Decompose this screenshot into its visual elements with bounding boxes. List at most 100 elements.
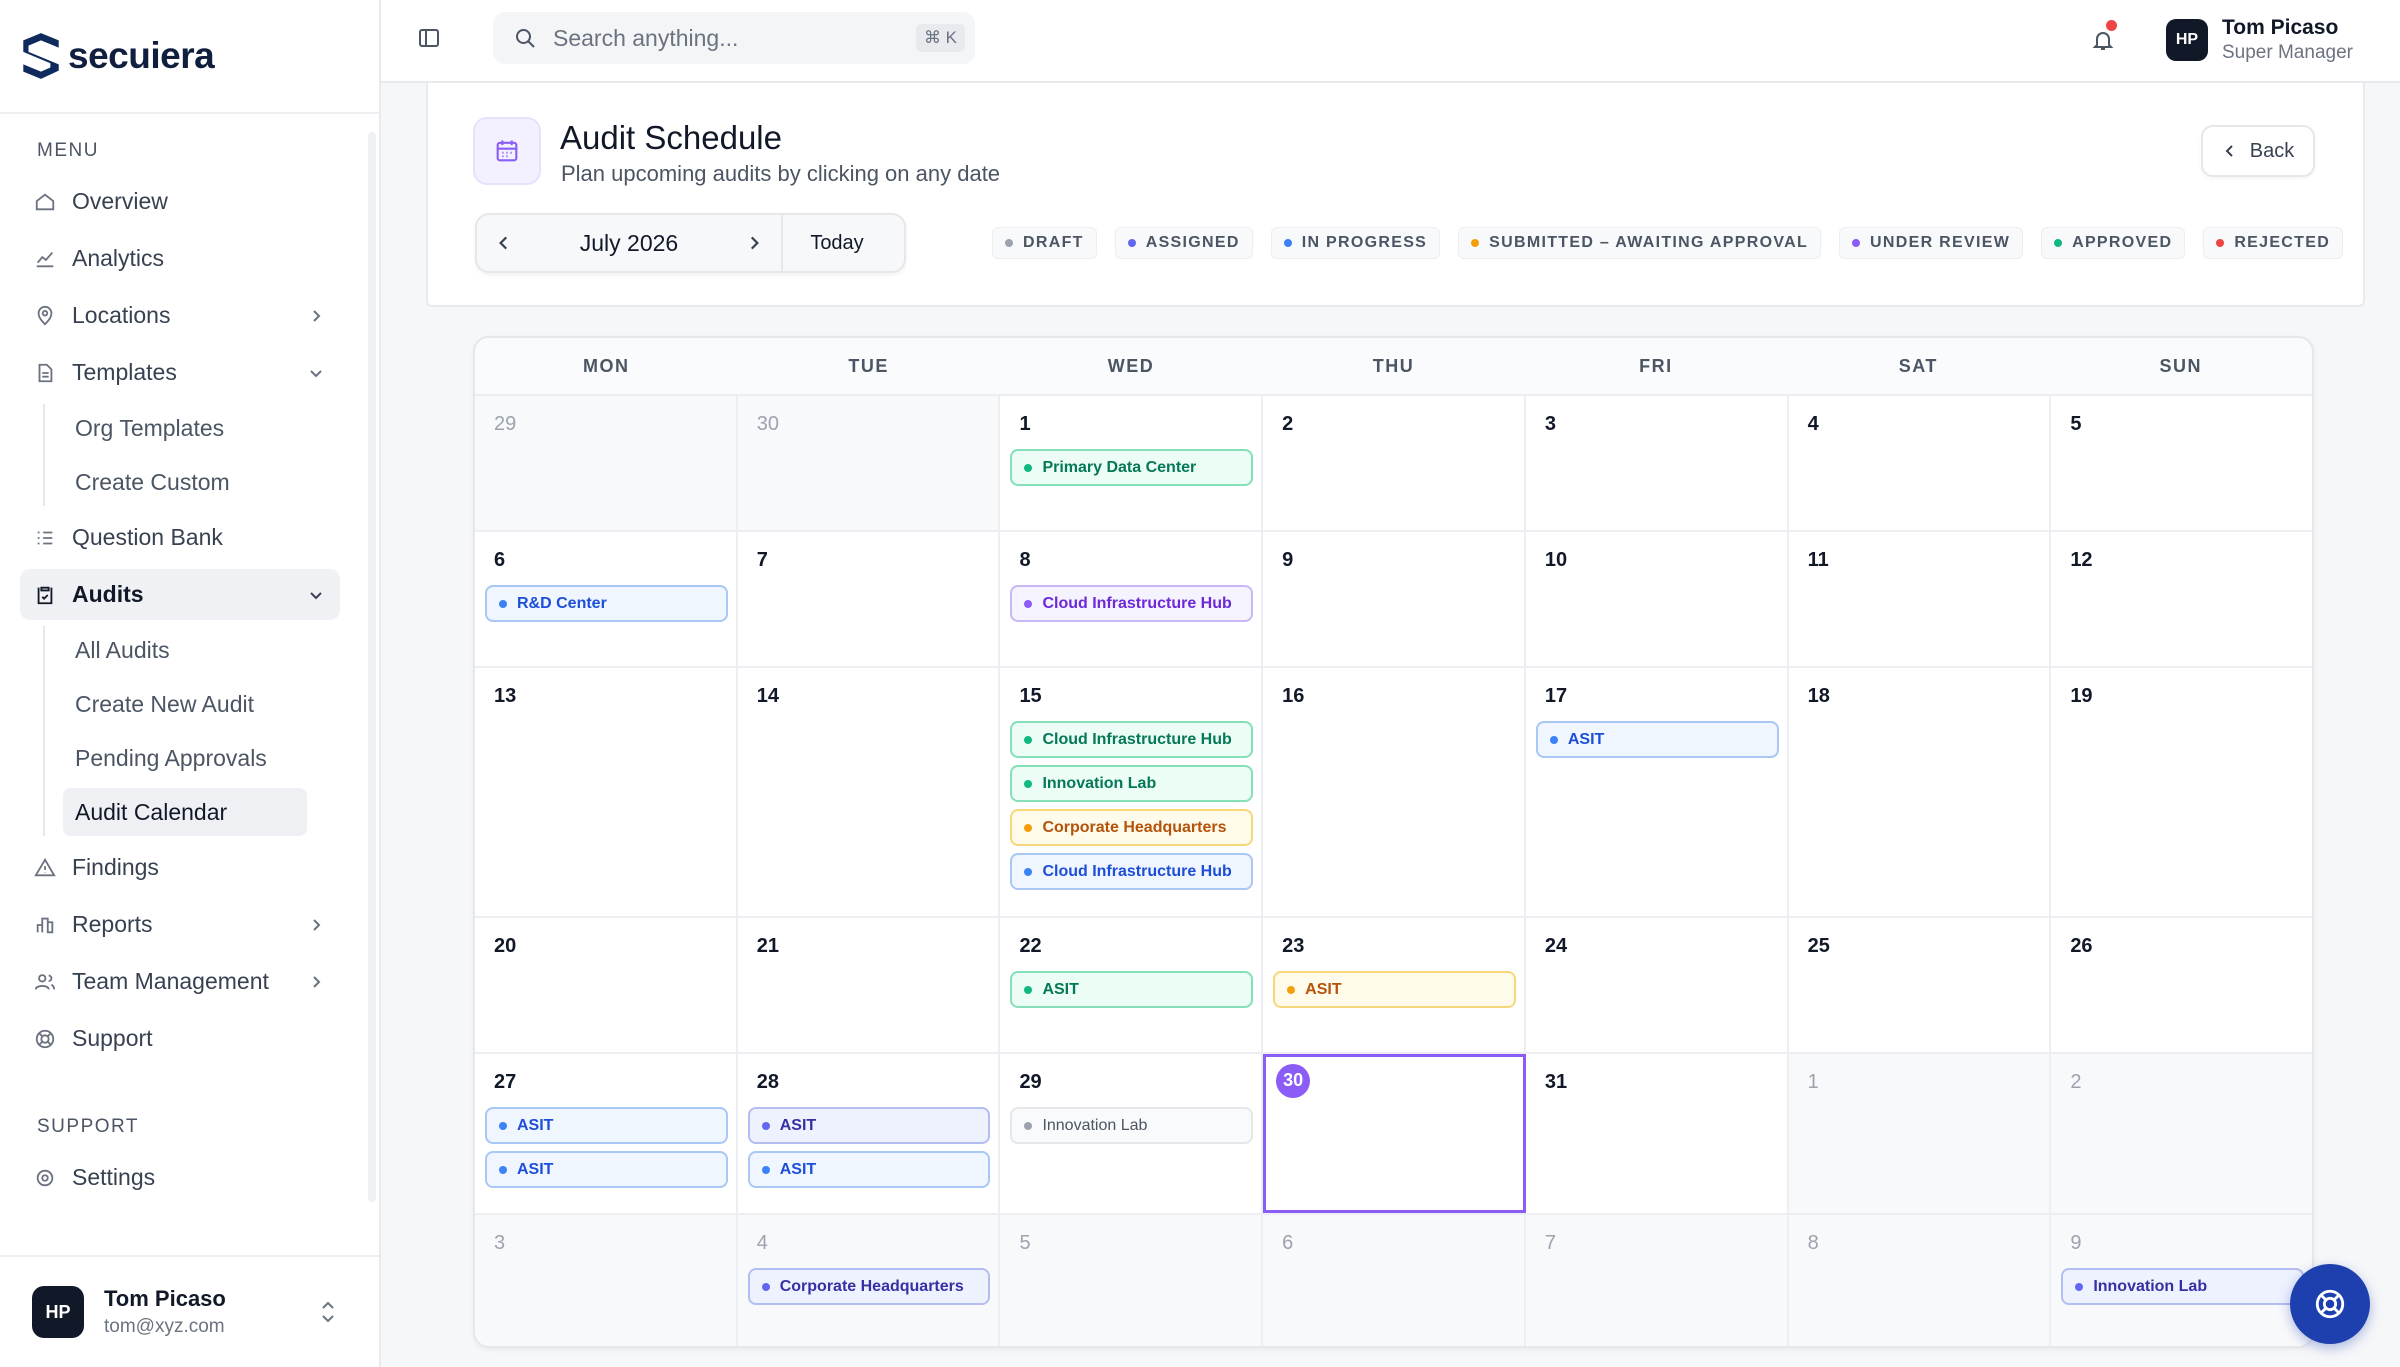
- audit-event[interactable]: Cloud Infrastructure Hub: [1010, 721, 1254, 758]
- sidebar-item-support[interactable]: Support: [20, 1013, 340, 1064]
- calendar-day[interactable]: 24: [1526, 918, 1789, 1052]
- sidebar-item-templates[interactable]: Templates: [20, 347, 340, 398]
- audit-event[interactable]: Corporate Headquarters: [747, 1268, 991, 1305]
- notifications-button[interactable]: [2083, 20, 2123, 60]
- calendar-day[interactable]: 23 ASIT: [1263, 918, 1526, 1052]
- search-input[interactable]: [553, 24, 893, 52]
- day-number: 24: [1544, 934, 1568, 957]
- calendar-day[interactable]: 28 ASIT ASIT: [738, 1054, 1001, 1213]
- calendar-day[interactable]: 31: [1526, 1054, 1789, 1213]
- sidebar-item-locations[interactable]: Locations: [20, 290, 340, 341]
- calendar-day[interactable]: 5: [1000, 1215, 1264, 1346]
- audit-event[interactable]: ASIT: [747, 1151, 991, 1188]
- audit-event[interactable]: Cloud Infrastructure Hub: [1010, 585, 1254, 622]
- calendar-day[interactable]: 18: [1789, 668, 2052, 916]
- legend-label: ASSIGNED: [1145, 234, 1240, 251]
- audit-event[interactable]: ASIT: [1010, 971, 1254, 1008]
- audit-event[interactable]: Innovation Lab: [1010, 1107, 1254, 1144]
- audit-event[interactable]: ASIT: [485, 1107, 728, 1144]
- calendar-day[interactable]: 4 Corporate Headquarters: [737, 1215, 1001, 1346]
- calendar-day[interactable]: 1: [1788, 1054, 2052, 1213]
- sidebar-subitem-org-templates[interactable]: Org Templates: [63, 404, 307, 452]
- calendar-day[interactable]: 27 ASIT ASIT: [475, 1054, 738, 1213]
- day-number: 6: [1282, 1231, 1294, 1254]
- calendar-day[interactable]: 29: [475, 396, 738, 530]
- sidebar-toggle-icon[interactable]: [417, 26, 441, 50]
- sidebar-subitem-create-custom[interactable]: Create Custom: [63, 458, 307, 506]
- sidebar-item-findings[interactable]: Findings: [20, 842, 340, 893]
- day-number: 23: [1282, 934, 1305, 957]
- lifebuoy-icon: [2315, 1289, 2345, 1319]
- audit-event[interactable]: Innovation Lab: [2061, 1268, 2305, 1305]
- audit-event[interactable]: ASIT: [485, 1151, 728, 1188]
- help-button[interactable]: [2290, 1264, 2370, 1344]
- calendar-day[interactable]: 4: [1789, 396, 2052, 530]
- day-number: 28: [756, 1070, 779, 1093]
- calendar-day[interactable]: 19: [2051, 668, 2312, 916]
- status-dot: [1549, 735, 1558, 744]
- sidebar-subitem-create-new-audit[interactable]: Create New Audit: [63, 680, 307, 728]
- status-dot: [761, 1121, 770, 1130]
- calendar-day[interactable]: 30: [737, 396, 1001, 530]
- sidebar-item-analytics[interactable]: Analytics: [20, 233, 340, 284]
- audit-event[interactable]: Corporate Headquarters: [1010, 809, 1254, 846]
- sidebar-item-team-management[interactable]: Team Management: [20, 956, 340, 1007]
- calendar-day[interactable]: 20: [475, 918, 738, 1052]
- calendar-day[interactable]: 22 ASIT: [1000, 918, 1264, 1052]
- sidebar-item-audits[interactable]: Audits: [20, 569, 340, 620]
- calendar-day[interactable]: 13: [475, 668, 738, 916]
- sidebar-subitem-pending-approvals[interactable]: Pending Approvals: [63, 734, 307, 782]
- calendar-day[interactable]: 21: [738, 918, 1001, 1052]
- calendar-day[interactable]: 3: [475, 1215, 738, 1346]
- brand-logo[interactable]: secuiera: [0, 0, 379, 114]
- sidebar-subitem-all-audits[interactable]: All Audits: [63, 626, 307, 674]
- audit-event[interactable]: Cloud Infrastructure Hub: [1010, 853, 1254, 890]
- audit-event[interactable]: Primary Data Center: [1010, 449, 1254, 486]
- calendar-day[interactable]: 7: [738, 532, 1001, 666]
- audit-event[interactable]: ASIT: [747, 1107, 991, 1144]
- sidebar-item-reports[interactable]: Reports: [20, 899, 340, 950]
- calendar-day[interactable]: 6 R&D Center: [475, 532, 738, 666]
- calendar-day[interactable]: 2: [2051, 1054, 2312, 1213]
- calendar-day[interactable]: 26: [2051, 918, 2312, 1052]
- calendar-day[interactable]: 16: [1263, 668, 1526, 916]
- calendar-day[interactable]: 8 Cloud Infrastructure Hub: [1000, 532, 1264, 666]
- calendar-day[interactable]: 9: [1263, 532, 1526, 666]
- sidebar-item-overview[interactable]: Overview: [20, 176, 340, 227]
- calendar-day[interactable]: 12: [2051, 532, 2312, 666]
- calendar-day[interactable]: 2: [1263, 396, 1526, 530]
- calendar-day[interactable]: 5: [2051, 396, 2312, 530]
- audit-event-label: ASIT: [517, 1116, 554, 1134]
- sidebar-subitem-audit-calendar[interactable]: Audit Calendar: [63, 788, 307, 836]
- audit-event[interactable]: ASIT: [1535, 721, 1779, 758]
- calendar-day-today[interactable]: 30: [1263, 1054, 1526, 1213]
- next-month-button[interactable]: [727, 215, 781, 271]
- calendar-day[interactable]: 7: [1525, 1215, 1789, 1346]
- audit-event[interactable]: Innovation Lab: [1010, 765, 1254, 802]
- sidebar-item-label: Templates: [72, 359, 177, 385]
- calendar-day[interactable]: 11: [1789, 532, 2052, 666]
- search-icon: [516, 29, 535, 48]
- calendar-day[interactable]: 9 Innovation Lab: [2051, 1215, 2312, 1346]
- calendar-day[interactable]: 17 ASIT: [1526, 668, 1789, 916]
- sidebar-user-card[interactable]: HP Tom Picaso tom@xyz.com: [0, 1255, 379, 1367]
- audit-event[interactable]: ASIT: [1273, 971, 1516, 1008]
- calendar-day[interactable]: 29 Innovation Lab: [1000, 1054, 1264, 1213]
- today-button[interactable]: Today: [781, 215, 891, 271]
- calendar-day[interactable]: 3: [1526, 396, 1789, 530]
- calendar-day[interactable]: 15 Cloud Infrastructure Hub Innovation Lab…: [1000, 668, 1264, 916]
- calendar-day[interactable]: 1 Primary Data Center: [1000, 396, 1264, 530]
- user-menu[interactable]: HP Tom Picaso Super Manager: [2166, 16, 2353, 64]
- sidebar-item-settings[interactable]: Settings: [20, 1152, 340, 1203]
- day-number: 2: [2070, 1070, 2082, 1093]
- prev-month-button[interactable]: [477, 215, 531, 271]
- calendar-day[interactable]: 8: [1788, 1215, 2052, 1346]
- audit-event[interactable]: R&D Center: [485, 585, 728, 622]
- calendar-day[interactable]: 14: [738, 668, 1001, 916]
- calendar-day[interactable]: 10: [1526, 532, 1789, 666]
- back-button[interactable]: Back: [2201, 125, 2315, 177]
- calendar-day[interactable]: 25: [1789, 918, 2052, 1052]
- legend-label: REJECTED: [2234, 234, 2331, 251]
- sidebar-item-question-bank[interactable]: Question Bank: [20, 512, 340, 563]
- calendar-day[interactable]: 6: [1263, 1215, 1526, 1346]
